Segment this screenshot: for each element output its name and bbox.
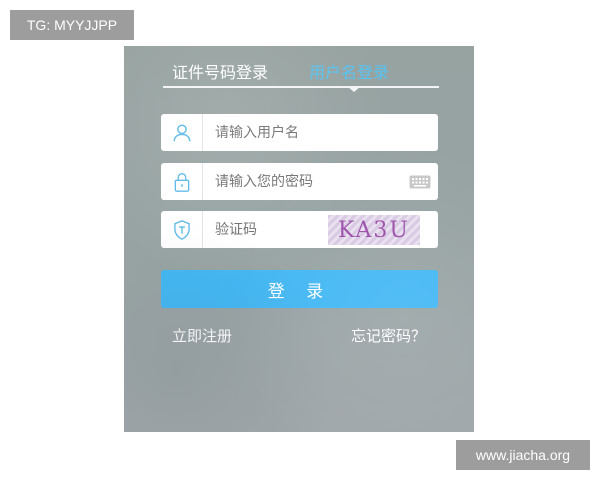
username-field <box>161 114 438 151</box>
user-icon <box>161 114 203 151</box>
captcha-image[interactable]: KA3U <box>328 215 420 245</box>
login-panel: 证件号码登录 用户名登录 请输入用户名 验证码 KA3U 登 录 立即注册 忘记… <box>124 46 474 432</box>
active-tab-indicator <box>347 86 361 92</box>
keyboard-icon[interactable] <box>402 175 438 189</box>
watermark-bottom-right: www.jiacha.org <box>456 440 590 470</box>
lock-icon <box>161 163 203 200</box>
tab-id-number-login[interactable]: 证件号码登录 <box>172 59 268 83</box>
password-input[interactable] <box>203 163 402 200</box>
forgot-password-link[interactable]: 忘记密码？ <box>351 325 426 346</box>
register-link[interactable]: 立即注册 <box>172 325 232 346</box>
watermark-top-left: TG: MYYJJPP <box>10 10 134 40</box>
username-input[interactable] <box>203 114 438 151</box>
login-tabs: 证件号码登录 用户名登录 <box>163 56 439 92</box>
tab-username-login[interactable]: 用户名登录 <box>309 59 389 83</box>
password-field <box>161 163 438 200</box>
captcha-field: KA3U <box>161 211 438 248</box>
login-button[interactable]: 登 录 <box>161 270 438 308</box>
shield-icon <box>161 211 203 248</box>
